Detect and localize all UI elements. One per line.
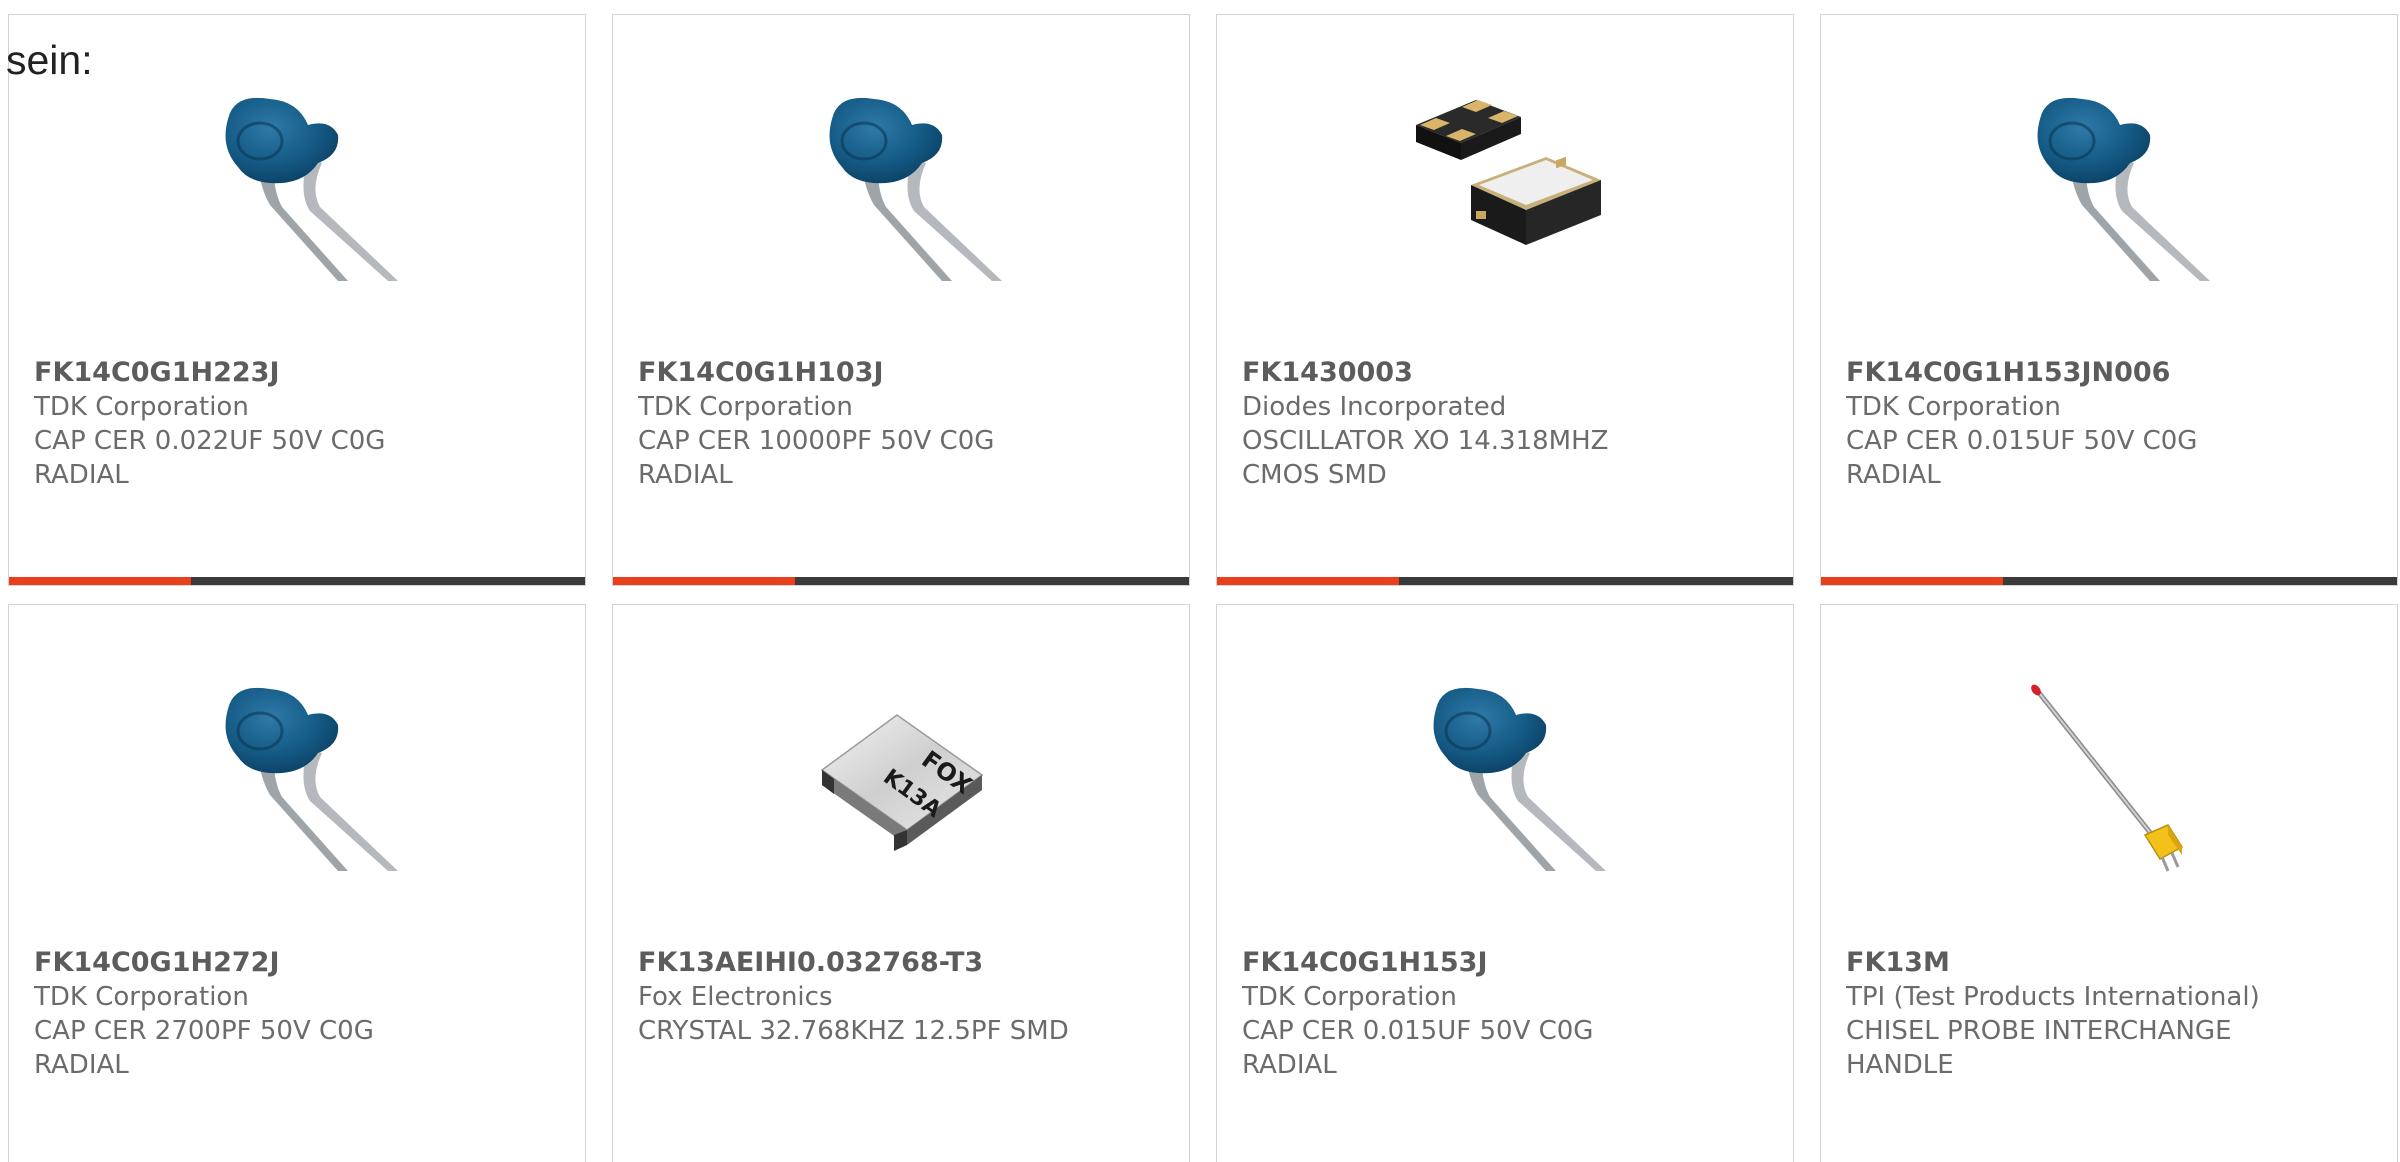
product-card[interactable]: FK14C0G1H153J TDK Corporation CAP CER 0.… [1216, 604, 1794, 1162]
description: CAP CER 2700PF 50V C0G [34, 1016, 374, 1046]
part-number-link[interactable]: FK14C0G1H103J [638, 356, 1168, 390]
manufacturer: TDK Corporation [1846, 392, 2061, 422]
product-card[interactable]: FK13M TPI (Test Products International) … [1820, 604, 2398, 1162]
part-number-link[interactable]: FK14C0G1H153J [1242, 946, 1772, 980]
manufacturer: Diodes Incorporated [1242, 392, 1507, 422]
description: CRYSTAL 32.768KHZ 12.5PF SMD [638, 1016, 1069, 1046]
temperature-probe-image[interactable] [2010, 675, 2210, 875]
intro-text: sein: [6, 37, 93, 83]
description-continued: RADIAL [1242, 1050, 1337, 1080]
card-progress-bar [1217, 577, 1793, 585]
description-continued: RADIAL [1846, 460, 1941, 490]
part-number-link[interactable]: FK14C0G1H223J [34, 356, 564, 390]
product-card[interactable]: FOX K13A FK13AEIHI0.032768-T3 Fox Electr… [612, 604, 1190, 1162]
manufacturer: TDK Corporation [638, 392, 853, 422]
radial-capacitor-image[interactable] [198, 675, 398, 875]
description: CHISEL PROBE INTERCHANGE [1846, 1016, 2232, 1046]
manufacturer: TPI (Test Products International) [1846, 982, 2260, 1012]
description-continued: RADIAL [638, 460, 733, 490]
description: OSCILLATOR XO 14.318MHZ [1242, 426, 1609, 456]
part-number-link[interactable]: FK13M [1846, 946, 2376, 980]
description: CAP CER 0.015UF 50V C0G [1242, 1016, 1594, 1046]
card-progress-bar [9, 577, 585, 585]
radial-capacitor-image[interactable] [802, 85, 1002, 285]
manufacturer: TDK Corporation [34, 392, 249, 422]
card-progress-bar [1821, 577, 2397, 585]
description-continued: RADIAL [34, 1050, 129, 1080]
manufacturer: TDK Corporation [34, 982, 249, 1012]
smd-oscillator-image[interactable] [1406, 85, 1606, 285]
product-grid-page: sein: FK14C0G1H223J TDK Corporation CAP … [0, 0, 2400, 1162]
product-card[interactable]: FK14C0G1H272J TDK Corporation CAP CER 27… [8, 604, 586, 1162]
card-progress-bar [613, 577, 1189, 585]
description-continued: RADIAL [34, 460, 129, 490]
description-continued: CMOS SMD [1242, 460, 1387, 490]
manufacturer: Fox Electronics [638, 982, 833, 1012]
description-continued: HANDLE [1846, 1050, 1954, 1080]
radial-capacitor-image[interactable] [198, 85, 398, 285]
radial-capacitor-image[interactable] [2010, 85, 2210, 285]
part-number-link[interactable]: FK14C0G1H153JN006 [1846, 356, 2376, 390]
description: CAP CER 10000PF 50V C0G [638, 426, 995, 456]
description: CAP CER 0.022UF 50V C0G [34, 426, 386, 456]
smd-crystal-image[interactable]: FOX K13A [802, 675, 1002, 875]
description: CAP CER 0.015UF 50V C0G [1846, 426, 2198, 456]
part-number-link[interactable]: FK14C0G1H272J [34, 946, 564, 980]
product-card[interactable]: FK1430003 Diodes Incorporated OSCILLATOR… [1216, 14, 1794, 586]
manufacturer: TDK Corporation [1242, 982, 1457, 1012]
radial-capacitor-image[interactable] [1406, 675, 1606, 875]
product-card[interactable]: FK14C0G1H103J TDK Corporation CAP CER 10… [612, 14, 1190, 586]
part-number-link[interactable]: FK1430003 [1242, 356, 1772, 390]
part-number-link[interactable]: FK13AEIHI0.032768-T3 [638, 946, 1168, 980]
product-card[interactable]: FK14C0G1H223J TDK Corporation CAP CER 0.… [8, 14, 586, 586]
product-card[interactable]: FK14C0G1H153JN006 TDK Corporation CAP CE… [1820, 14, 2398, 586]
